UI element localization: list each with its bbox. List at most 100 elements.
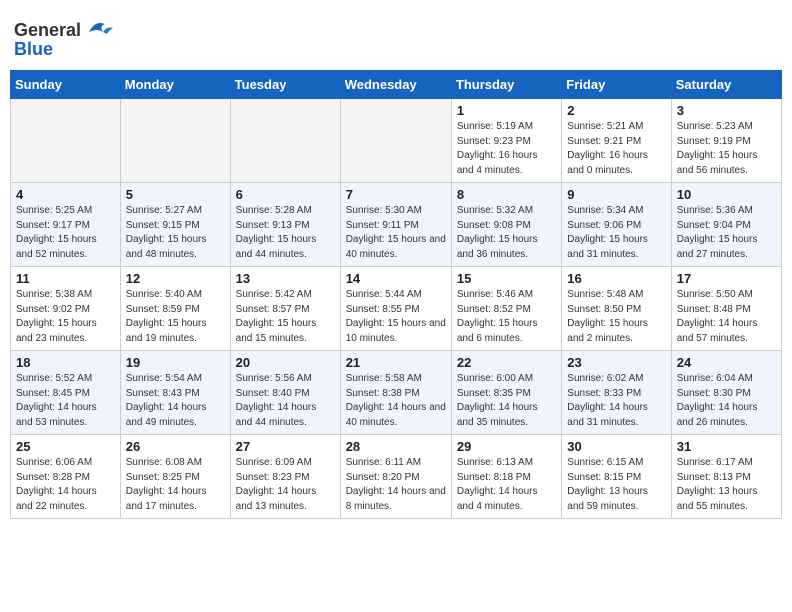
day-number: 2 [567, 103, 665, 118]
day-number: 21 [346, 355, 446, 370]
calendar-cell [230, 99, 340, 183]
day-info: Sunrise: 5:56 AMSunset: 8:40 PMDaylight:… [236, 372, 335, 430]
day-number: 31 [677, 439, 776, 454]
day-info: Sunrise: 5:36 AMSunset: 9:04 PMDaylight:… [677, 204, 776, 262]
calendar-cell [340, 99, 451, 183]
day-info: Sunrise: 6:11 AMSunset: 8:20 PMDaylight:… [346, 456, 446, 514]
calendar-cell [120, 99, 230, 183]
weekday-wednesday: Wednesday [340, 71, 451, 99]
day-info: Sunrise: 5:38 AMSunset: 9:02 PMDaylight:… [16, 288, 115, 346]
day-number: 24 [677, 355, 776, 370]
calendar-cell: 1 Sunrise: 5:19 AMSunset: 9:23 PMDaylight… [451, 99, 561, 183]
day-info: Sunrise: 5:52 AMSunset: 8:45 PMDaylight:… [16, 372, 115, 430]
calendar-week-row: 1 Sunrise: 5:19 AMSunset: 9:23 PMDaylight… [11, 99, 782, 183]
day-number: 6 [236, 187, 335, 202]
weekday-thursday: Thursday [451, 71, 561, 99]
day-info: Sunrise: 5:30 AMSunset: 9:11 PMDaylight:… [346, 204, 446, 262]
calendar-cell: 23 Sunrise: 6:02 AMSunset: 8:33 PMDayligh… [562, 351, 671, 435]
day-info: Sunrise: 5:40 AMSunset: 8:59 PMDaylight:… [126, 288, 225, 346]
day-info: Sunrise: 5:34 AMSunset: 9:06 PMDaylight:… [567, 204, 665, 262]
calendar-cell: 25 Sunrise: 6:06 AMSunset: 8:28 PMDayligh… [11, 435, 121, 519]
day-number: 23 [567, 355, 665, 370]
day-number: 30 [567, 439, 665, 454]
calendar-cell: 8 Sunrise: 5:32 AMSunset: 9:08 PMDaylight… [451, 183, 561, 267]
day-number: 16 [567, 271, 665, 286]
day-info: Sunrise: 6:00 AMSunset: 8:35 PMDaylight:… [457, 372, 556, 430]
calendar-cell: 6Sunrise: 5:28 AMSunset: 9:13 PMDaylight… [230, 183, 340, 267]
day-number: 25 [16, 439, 115, 454]
day-number: 20 [236, 355, 335, 370]
logo-blue-text: Blue [14, 39, 53, 60]
calendar-cell: 31 Sunrise: 6:17 AMSunset: 8:13 PMDayligh… [671, 435, 781, 519]
calendar-cell: 7 Sunrise: 5:30 AMSunset: 9:11 PMDaylight… [340, 183, 451, 267]
calendar-week-row: 4 Sunrise: 5:25 AMSunset: 9:17 PMDaylight… [11, 183, 782, 267]
calendar-week-row: 25 Sunrise: 6:06 AMSunset: 8:28 PMDayligh… [11, 435, 782, 519]
day-info: Sunrise: 6:15 AMSunset: 8:15 PMDaylight:… [567, 456, 665, 514]
calendar-cell: 29 Sunrise: 6:13 AMSunset: 8:18 PMDayligh… [451, 435, 561, 519]
day-number: 12 [126, 271, 225, 286]
day-info: Sunrise: 6:13 AMSunset: 8:18 PMDaylight:… [457, 456, 556, 514]
day-info: Sunrise: 5:50 AMSunset: 8:48 PMDaylight:… [677, 288, 776, 346]
day-info: Sunrise: 5:42 AMSunset: 8:57 PMDaylight:… [236, 288, 335, 346]
day-number: 15 [457, 271, 556, 286]
day-info: Sunrise: 6:04 AMSunset: 8:30 PMDaylight:… [677, 372, 776, 430]
weekday-friday: Friday [562, 71, 671, 99]
day-info: Sunrise: 5:46 AMSunset: 8:52 PMDaylight:… [457, 288, 556, 346]
day-number: 22 [457, 355, 556, 370]
calendar-cell: 15 Sunrise: 5:46 AMSunset: 8:52 PMDayligh… [451, 267, 561, 351]
calendar-cell: 22 Sunrise: 6:00 AMSunset: 8:35 PMDayligh… [451, 351, 561, 435]
calendar-cell [11, 99, 121, 183]
day-info: Sunrise: 5:21 AMSunset: 9:21 PMDaylight:… [567, 120, 665, 178]
calendar-table: SundayMondayTuesdayWednesdayThursdayFrid… [10, 70, 782, 519]
day-info: Sunrise: 6:06 AMSunset: 8:28 PMDaylight:… [16, 456, 115, 514]
header: General Blue [10, 10, 782, 64]
calendar-cell: 27Sunrise: 6:09 AMSunset: 8:23 PMDayligh… [230, 435, 340, 519]
calendar-cell: 30 Sunrise: 6:15 AMSunset: 8:15 PMDayligh… [562, 435, 671, 519]
calendar-cell: 21 Sunrise: 5:58 AMSunset: 8:38 PMDayligh… [340, 351, 451, 435]
logo: General Blue [14, 18, 113, 60]
calendar-cell: 14Sunrise: 5:44 AMSunset: 8:55 PMDayligh… [340, 267, 451, 351]
day-number: 26 [126, 439, 225, 454]
day-info: Sunrise: 5:48 AMSunset: 8:50 PMDaylight:… [567, 288, 665, 346]
day-info: Sunrise: 6:02 AMSunset: 8:33 PMDaylight:… [567, 372, 665, 430]
calendar-cell: 3Sunrise: 5:23 AMSunset: 9:19 PMDaylight… [671, 99, 781, 183]
calendar-cell: 28 Sunrise: 6:11 AMSunset: 8:20 PMDayligh… [340, 435, 451, 519]
weekday-tuesday: Tuesday [230, 71, 340, 99]
weekday-header-row: SundayMondayTuesdayWednesdayThursdayFrid… [11, 71, 782, 99]
day-info: Sunrise: 5:25 AMSunset: 9:17 PMDaylight:… [16, 204, 115, 262]
calendar-cell: 11Sunrise: 5:38 AMSunset: 9:02 PMDayligh… [11, 267, 121, 351]
day-number: 8 [457, 187, 556, 202]
calendar-cell: 2 Sunrise: 5:21 AMSunset: 9:21 PMDaylight… [562, 99, 671, 183]
day-number: 28 [346, 439, 446, 454]
day-number: 9 [567, 187, 665, 202]
day-info: Sunrise: 5:32 AMSunset: 9:08 PMDaylight:… [457, 204, 556, 262]
calendar-cell: 9 Sunrise: 5:34 AMSunset: 9:06 PMDaylight… [562, 183, 671, 267]
day-number: 3 [677, 103, 776, 118]
day-number: 17 [677, 271, 776, 286]
calendar-cell: 4 Sunrise: 5:25 AMSunset: 9:17 PMDaylight… [11, 183, 121, 267]
calendar-week-row: 11Sunrise: 5:38 AMSunset: 9:02 PMDayligh… [11, 267, 782, 351]
day-info: Sunrise: 5:44 AMSunset: 8:55 PMDaylight:… [346, 288, 446, 346]
day-info: Sunrise: 6:17 AMSunset: 8:13 PMDaylight:… [677, 456, 776, 514]
calendar-cell: 18 Sunrise: 5:52 AMSunset: 8:45 PMDayligh… [11, 351, 121, 435]
calendar-cell: 12 Sunrise: 5:40 AMSunset: 8:59 PMDayligh… [120, 267, 230, 351]
day-number: 7 [346, 187, 446, 202]
day-info: Sunrise: 5:58 AMSunset: 8:38 PMDaylight:… [346, 372, 446, 430]
calendar-cell: 16 Sunrise: 5:48 AMSunset: 8:50 PMDayligh… [562, 267, 671, 351]
day-number: 1 [457, 103, 556, 118]
weekday-saturday: Saturday [671, 71, 781, 99]
weekday-monday: Monday [120, 71, 230, 99]
calendar-cell: 10Sunrise: 5:36 AMSunset: 9:04 PMDayligh… [671, 183, 781, 267]
day-number: 19 [126, 355, 225, 370]
day-number: 4 [16, 187, 115, 202]
day-number: 13 [236, 271, 335, 286]
calendar-cell: 26Sunrise: 6:08 AMSunset: 8:25 PMDayligh… [120, 435, 230, 519]
weekday-sunday: Sunday [11, 71, 121, 99]
calendar-cell: 24 Sunrise: 6:04 AMSunset: 8:30 PMDayligh… [671, 351, 781, 435]
calendar-week-row: 18 Sunrise: 5:52 AMSunset: 8:45 PMDayligh… [11, 351, 782, 435]
day-number: 27 [236, 439, 335, 454]
day-info: Sunrise: 5:54 AMSunset: 8:43 PMDaylight:… [126, 372, 225, 430]
day-number: 18 [16, 355, 115, 370]
day-info: Sunrise: 5:19 AMSunset: 9:23 PMDaylight:… [457, 120, 556, 178]
day-number: 29 [457, 439, 556, 454]
